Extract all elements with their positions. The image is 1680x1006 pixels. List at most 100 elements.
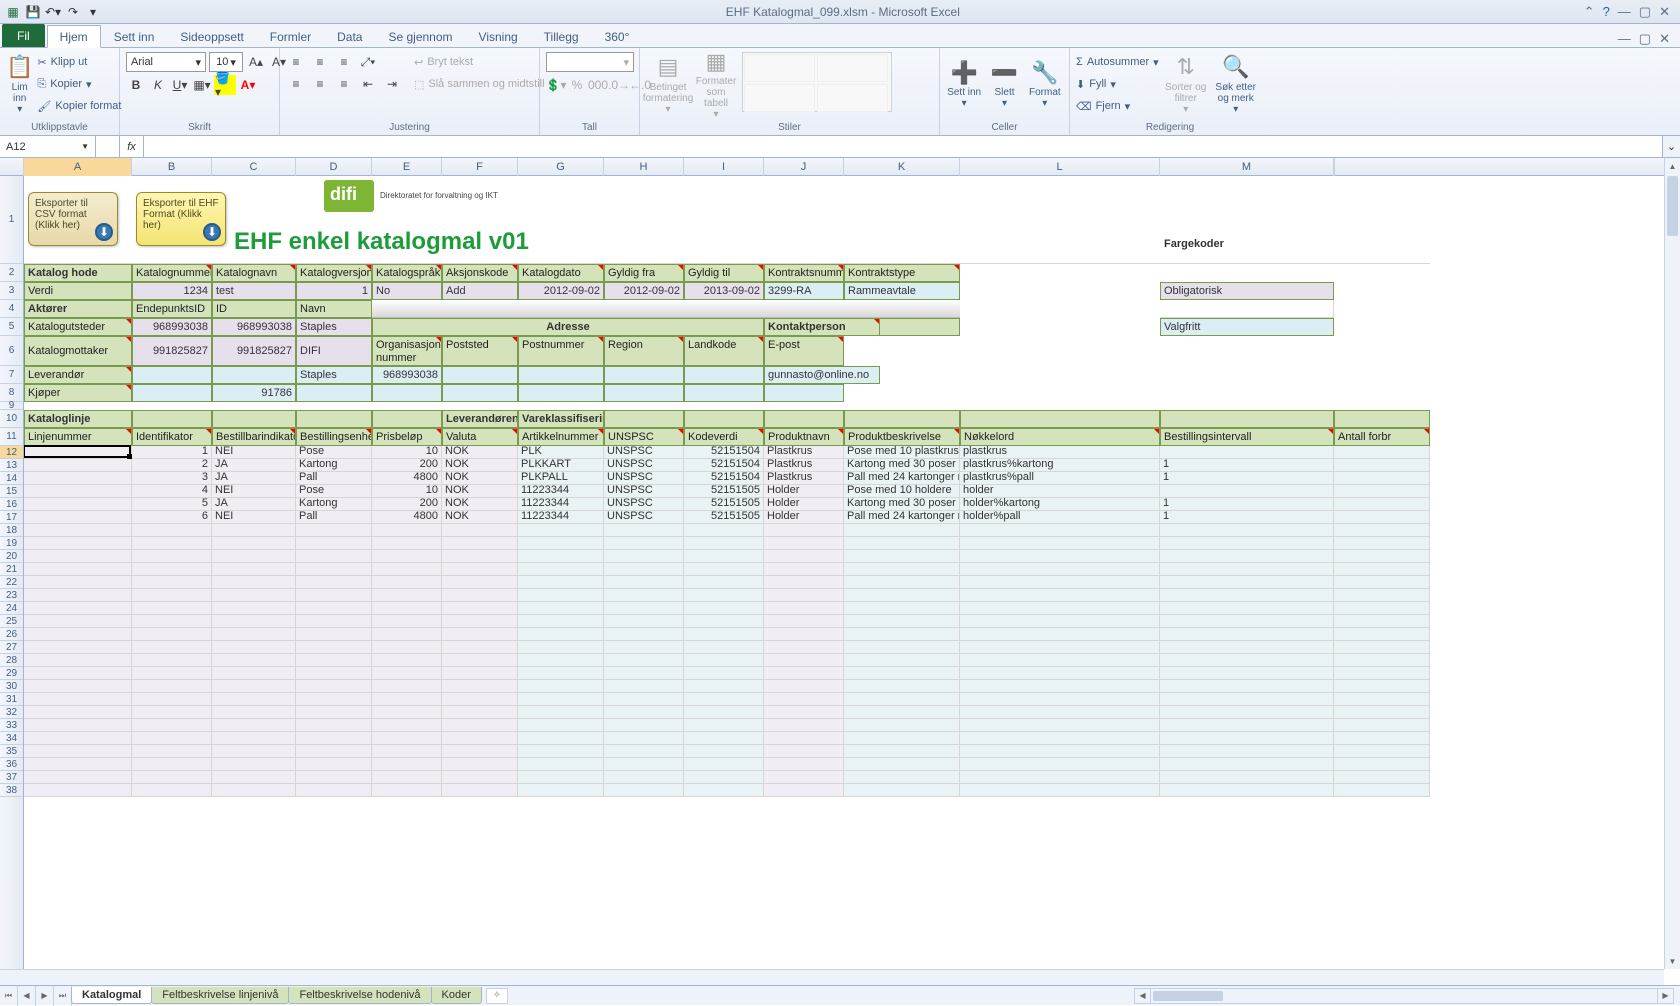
- cell[interactable]: [518, 654, 604, 667]
- cell[interactable]: [518, 784, 604, 797]
- cell[interactable]: [24, 784, 132, 797]
- sheet-first-icon[interactable]: ⏮: [0, 986, 18, 1006]
- cell[interactable]: [684, 667, 764, 680]
- cell[interactable]: [372, 589, 442, 602]
- paste-button[interactable]: 📋 Lim inn ▾: [6, 52, 33, 118]
- sheet-tab-katalogmal[interactable]: Katalogmal: [71, 987, 152, 1004]
- cell[interactable]: ID: [212, 300, 296, 318]
- cell[interactable]: [604, 732, 684, 745]
- cell[interactable]: [132, 784, 212, 797]
- cell[interactable]: [212, 410, 296, 428]
- table-format-button[interactable]: ▦Formater som tabell▾: [694, 52, 738, 118]
- cell[interactable]: Pall med 24 kartonger med holdere: [844, 511, 960, 524]
- cell[interactable]: [372, 550, 442, 563]
- cell[interactable]: [442, 667, 518, 680]
- cell[interactable]: [1160, 641, 1334, 654]
- autosum-button[interactable]: ΣAutosummer ▾: [1076, 52, 1159, 72]
- cell[interactable]: [1160, 485, 1334, 498]
- cell[interactable]: [24, 576, 132, 589]
- cell[interactable]: [764, 641, 844, 654]
- cell[interactable]: [24, 602, 132, 615]
- cell[interactable]: [212, 667, 296, 680]
- cell[interactable]: [1334, 628, 1430, 641]
- cell[interactable]: Plastkrus: [764, 446, 844, 459]
- cell[interactable]: [604, 628, 684, 641]
- cell[interactable]: NOK: [442, 511, 518, 524]
- cell[interactable]: Antall forbr: [1334, 428, 1430, 446]
- cell[interactable]: [1334, 511, 1430, 524]
- cell[interactable]: [442, 771, 518, 784]
- cell[interactable]: [604, 654, 684, 667]
- cell[interactable]: [1334, 446, 1430, 459]
- cell[interactable]: [518, 771, 604, 784]
- cell[interactable]: [604, 719, 684, 732]
- cell[interactable]: [844, 602, 960, 615]
- cell[interactable]: [24, 550, 132, 563]
- cell[interactable]: [518, 706, 604, 719]
- cell[interactable]: [132, 680, 212, 693]
- cell[interactable]: [1160, 745, 1334, 758]
- workbook-close-icon[interactable]: ✕: [1659, 31, 1670, 47]
- cell[interactable]: [1160, 771, 1334, 784]
- col-header-L[interactable]: L: [960, 158, 1160, 176]
- cell[interactable]: Kontraktstype: [844, 264, 960, 282]
- cell[interactable]: holder%pall: [960, 511, 1160, 524]
- row-header-5[interactable]: 5: [0, 318, 23, 336]
- export-csv-button[interactable]: Eksporter til CSV format (Klikk her)⬇: [28, 192, 118, 246]
- cell[interactable]: [1334, 472, 1430, 485]
- fontcolor-button[interactable]: A▾: [238, 75, 258, 95]
- cell[interactable]: [1334, 771, 1430, 784]
- row-header-35[interactable]: 35: [0, 745, 23, 758]
- cell[interactable]: [604, 693, 684, 706]
- cell[interactable]: 5: [132, 498, 212, 511]
- cell[interactable]: [1334, 498, 1430, 511]
- row-header-15[interactable]: 15: [0, 485, 23, 498]
- cell[interactable]: [132, 384, 212, 402]
- cell[interactable]: [132, 524, 212, 537]
- cell[interactable]: [1160, 680, 1334, 693]
- cell[interactable]: [132, 732, 212, 745]
- cell[interactable]: [764, 628, 844, 641]
- cell[interactable]: Katalog hode: [24, 264, 132, 282]
- cell[interactable]: Katalogversjon: [296, 264, 372, 282]
- row-header-9[interactable]: 9: [0, 402, 23, 410]
- cell[interactable]: [960, 628, 1160, 641]
- cell[interactable]: [684, 602, 764, 615]
- cell[interactable]: [372, 706, 442, 719]
- cell[interactable]: [24, 589, 132, 602]
- cell[interactable]: [212, 641, 296, 654]
- cell[interactable]: [296, 667, 372, 680]
- cell[interactable]: [296, 602, 372, 615]
- cell[interactable]: [1334, 589, 1430, 602]
- cell[interactable]: 3299-RA: [764, 282, 844, 300]
- tab-visning[interactable]: Visning: [466, 25, 531, 47]
- cell[interactable]: NEI: [212, 485, 296, 498]
- cell-styles-gallery[interactable]: [742, 52, 892, 112]
- row-header-29[interactable]: 29: [0, 667, 23, 680]
- cell[interactable]: [296, 784, 372, 797]
- cell[interactable]: Kodeverdi: [684, 428, 764, 446]
- cell[interactable]: [604, 745, 684, 758]
- cell[interactable]: [518, 641, 604, 654]
- underline-button[interactable]: U▾: [170, 75, 190, 95]
- row-header-24[interactable]: 24: [0, 602, 23, 615]
- cell[interactable]: [764, 706, 844, 719]
- cell[interactable]: [518, 719, 604, 732]
- fillcolor-button[interactable]: 🪣▾: [214, 75, 236, 95]
- row-header-38[interactable]: 38: [0, 784, 23, 797]
- cell[interactable]: [844, 693, 960, 706]
- cell[interactable]: [1160, 615, 1334, 628]
- col-header-C[interactable]: C: [212, 158, 296, 176]
- cell[interactable]: [296, 550, 372, 563]
- cell[interactable]: Adresse: [372, 318, 764, 336]
- cell[interactable]: [442, 706, 518, 719]
- cell[interactable]: [684, 732, 764, 745]
- cell[interactable]: [844, 550, 960, 563]
- cell[interactable]: [684, 771, 764, 784]
- cell[interactable]: [442, 615, 518, 628]
- cell[interactable]: [844, 563, 960, 576]
- cell[interactable]: [960, 576, 1160, 589]
- align-center-icon[interactable]: ≡: [310, 74, 330, 94]
- delete-cell-button[interactable]: ➖Slett▾: [986, 52, 1022, 118]
- cell[interactable]: [442, 537, 518, 550]
